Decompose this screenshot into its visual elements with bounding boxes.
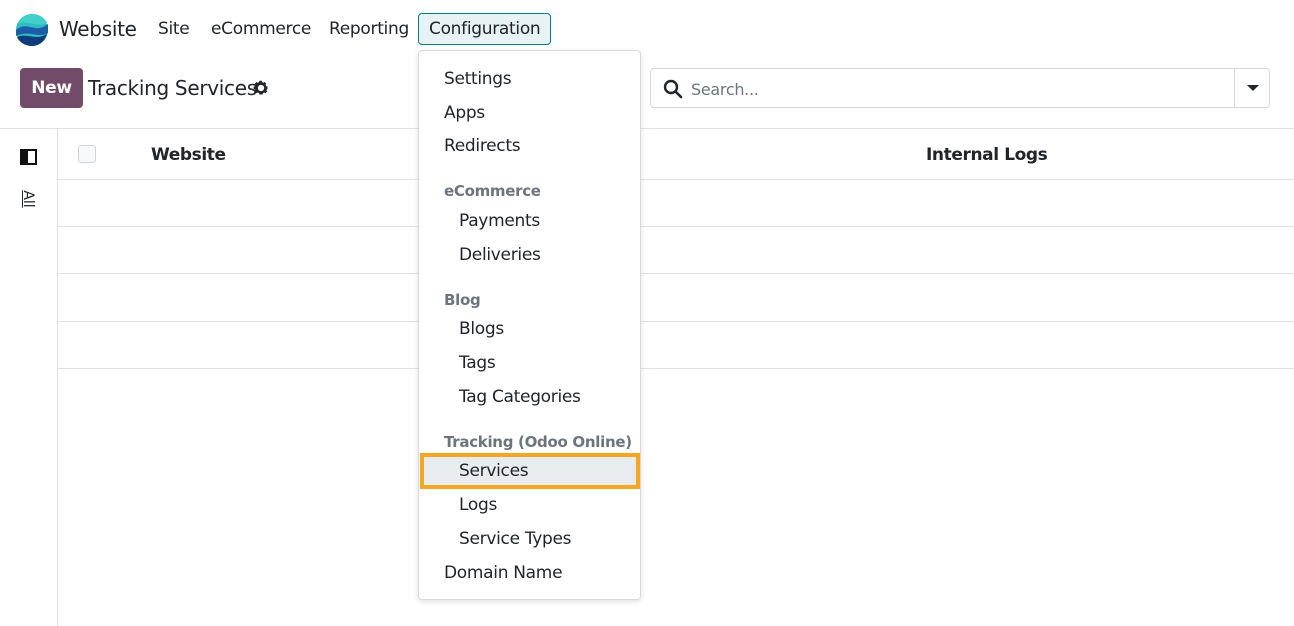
- dropdown-item-service-types[interactable]: Service Types: [459, 529, 572, 549]
- dropdown-item-domain-name[interactable]: Domain Name: [444, 563, 563, 583]
- caret-down-icon: [1247, 85, 1259, 91]
- dropdown-item-tags[interactable]: Tags: [459, 353, 496, 373]
- list-row-divider: [58, 321, 1294, 322]
- new-button[interactable]: New: [20, 68, 83, 108]
- dropdown-item-services[interactable]: Services: [459, 461, 529, 481]
- dropdown-item-settings[interactable]: Settings: [444, 69, 512, 89]
- dropdown-item-deliveries[interactable]: Deliveries: [459, 245, 541, 265]
- menu-ecommerce[interactable]: eCommerce: [211, 19, 311, 39]
- dropdown-section-tracking: Tracking (Odoo Online): [444, 433, 632, 451]
- list-row-divider: [58, 368, 1294, 369]
- search-icon[interactable]: [663, 79, 683, 99]
- side-panel: All: [0, 129, 58, 626]
- select-all-checkbox[interactable]: [78, 145, 96, 163]
- dropdown-section-blog: Blog: [444, 291, 481, 309]
- list-row-divider: [58, 226, 1294, 227]
- configuration-dropdown: Settings Apps Redirects eCommerce Paymen…: [418, 50, 641, 600]
- search-options-toggle[interactable]: [1234, 69, 1270, 107]
- column-header-website[interactable]: Website: [151, 145, 226, 165]
- menu-reporting[interactable]: Reporting: [329, 19, 409, 39]
- search-input[interactable]: [691, 77, 1231, 101]
- website-app-logo-icon[interactable]: [15, 13, 49, 47]
- dropdown-item-logs[interactable]: Logs: [459, 495, 497, 515]
- column-header-internal-logs[interactable]: Internal Logs: [926, 145, 1048, 165]
- search-bar: [650, 68, 1270, 108]
- dropdown-item-apps[interactable]: Apps: [444, 103, 485, 123]
- app-name[interactable]: Website: [59, 17, 137, 41]
- page-title: Tracking Services: [88, 76, 257, 100]
- dropdown-item-payments[interactable]: Payments: [459, 211, 540, 231]
- dropdown-item-redirects[interactable]: Redirects: [444, 136, 521, 156]
- gear-icon[interactable]: [252, 79, 270, 97]
- list-header: Website Internal Logs: [58, 129, 1294, 180]
- dropdown-section-ecommerce: eCommerce: [444, 182, 541, 200]
- dropdown-item-tag-categories[interactable]: Tag Categories: [459, 387, 581, 407]
- menu-site[interactable]: Site: [158, 19, 190, 39]
- side-panel-all-label[interactable]: All: [20, 185, 36, 213]
- dropdown-item-blogs[interactable]: Blogs: [459, 319, 504, 339]
- top-navbar: Website Site eCommerce Reporting Configu…: [0, 0, 1294, 60]
- side-panel-toggle-icon[interactable]: [20, 149, 37, 165]
- dropdown-item-highlight: [420, 453, 640, 489]
- menu-configuration[interactable]: Configuration: [418, 13, 552, 45]
- list-row-divider: [58, 273, 1294, 274]
